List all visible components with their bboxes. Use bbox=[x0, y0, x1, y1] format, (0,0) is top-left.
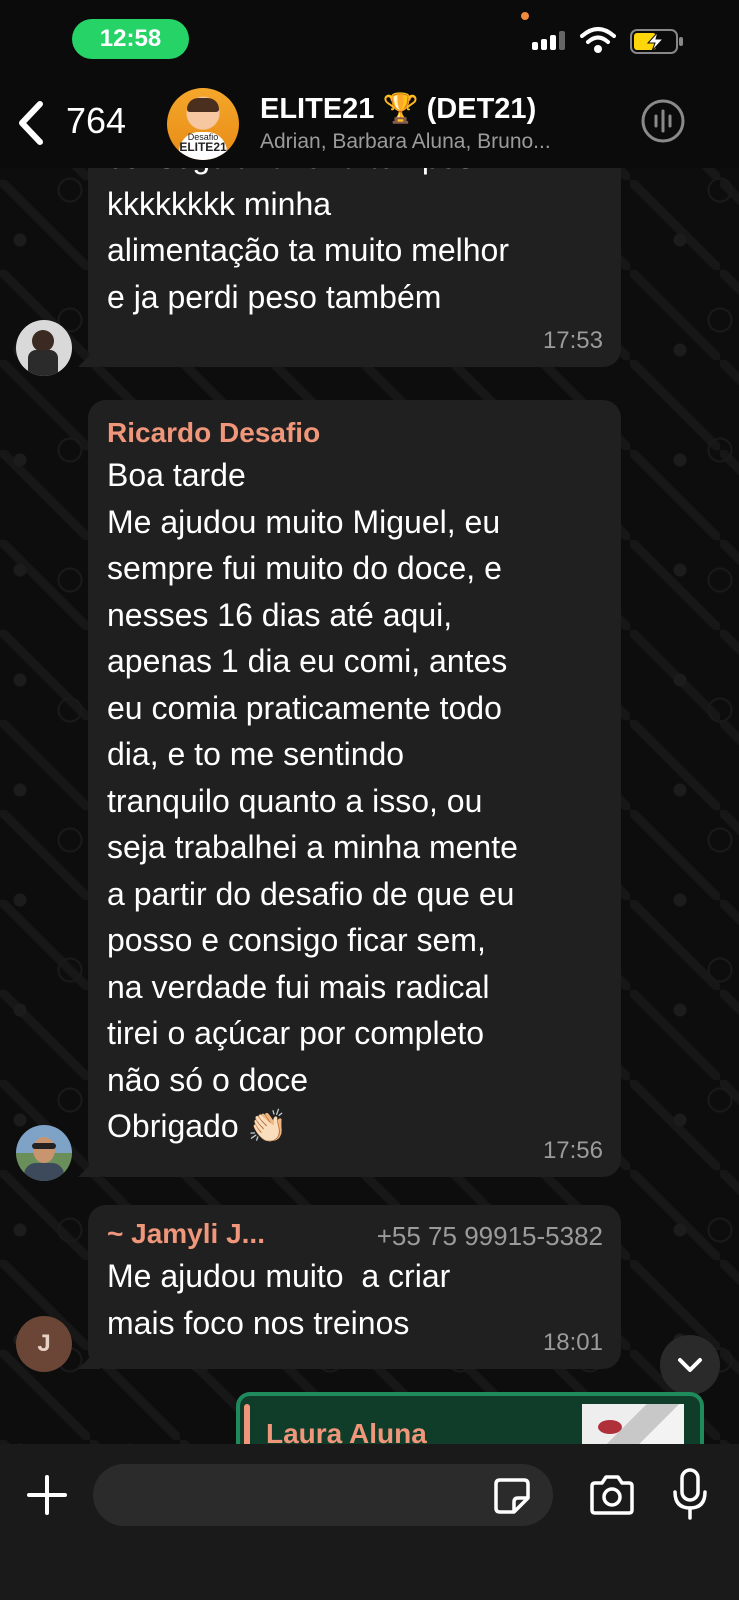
quoted-sender-name: Laura Aluna bbox=[266, 1418, 427, 1444]
message-bubble[interactable]: Ricardo Desafio Boa tarde Me ajudou muit… bbox=[88, 400, 621, 1177]
group-avatar[interactable]: Desafio ELITE21 bbox=[167, 88, 239, 160]
message-time: 17:56 bbox=[542, 1137, 603, 1164]
camera-icon[interactable] bbox=[588, 1474, 636, 1516]
mic-icon[interactable] bbox=[672, 1468, 708, 1520]
battery-charging-icon bbox=[630, 29, 683, 54]
status-time[interactable]: 12:58 bbox=[72, 19, 189, 59]
message-text: Boa tarde Me ajudou muito Miguel, eu sem… bbox=[107, 457, 518, 1144]
plus-icon[interactable] bbox=[26, 1474, 68, 1516]
call-icon[interactable] bbox=[640, 98, 686, 144]
message-time: 18:01 bbox=[542, 1329, 603, 1356]
sticker-icon[interactable] bbox=[492, 1476, 532, 1516]
message-input[interactable] bbox=[93, 1464, 553, 1526]
chevron-down-icon bbox=[678, 1358, 702, 1372]
back-chevron-icon[interactable] bbox=[14, 98, 48, 148]
avatar-logo-text: Desafio ELITE21 bbox=[167, 132, 239, 154]
quote-bar bbox=[244, 1404, 250, 1444]
wifi-icon bbox=[580, 27, 616, 53]
unread-count[interactable]: 764 bbox=[66, 100, 126, 142]
privacy-indicator bbox=[521, 12, 529, 20]
outgoing-reply-bubble[interactable]: Laura Aluna bbox=[236, 1392, 704, 1444]
sender-name[interactable]: Ricardo Desafio bbox=[107, 414, 603, 452]
scroll-to-bottom-button[interactable] bbox=[660, 1335, 720, 1395]
signal-icon bbox=[532, 30, 565, 50]
group-title[interactable]: ELITE21 🏆 (DET21) bbox=[260, 92, 536, 126]
message-bubble[interactable]: ~ Jamyli J... +55 75 99915-5382 Me ajudo… bbox=[88, 1205, 621, 1369]
avatar[interactable] bbox=[16, 320, 72, 376]
message-text: Me ajudou muito a criar mais foco nos tr… bbox=[107, 1258, 451, 1341]
chat-background: conseguia fazer a tempos kkkkkkkk minha … bbox=[0, 0, 739, 1444]
group-members[interactable]: Adrian, Barbara Aluna, Bruno... bbox=[260, 130, 551, 154]
avatar-logo-bottom: ELITE21 bbox=[179, 140, 227, 154]
composer-bar bbox=[0, 1444, 739, 1600]
avatar[interactable]: J bbox=[16, 1316, 72, 1372]
message-time: 17:53 bbox=[542, 327, 603, 354]
chat-header: 764 Desafio ELITE21 ELITE21 🏆 (DET21) Ad… bbox=[0, 80, 739, 168]
status-bar: 12:58 bbox=[0, 0, 739, 80]
sender-phone[interactable]: +55 75 99915-5382 bbox=[377, 1221, 603, 1252]
avatar-hair bbox=[187, 98, 219, 112]
avatar-initial: J bbox=[37, 1330, 51, 1357]
quoted-image-thumbnail bbox=[582, 1404, 684, 1444]
avatar[interactable] bbox=[16, 1125, 72, 1181]
